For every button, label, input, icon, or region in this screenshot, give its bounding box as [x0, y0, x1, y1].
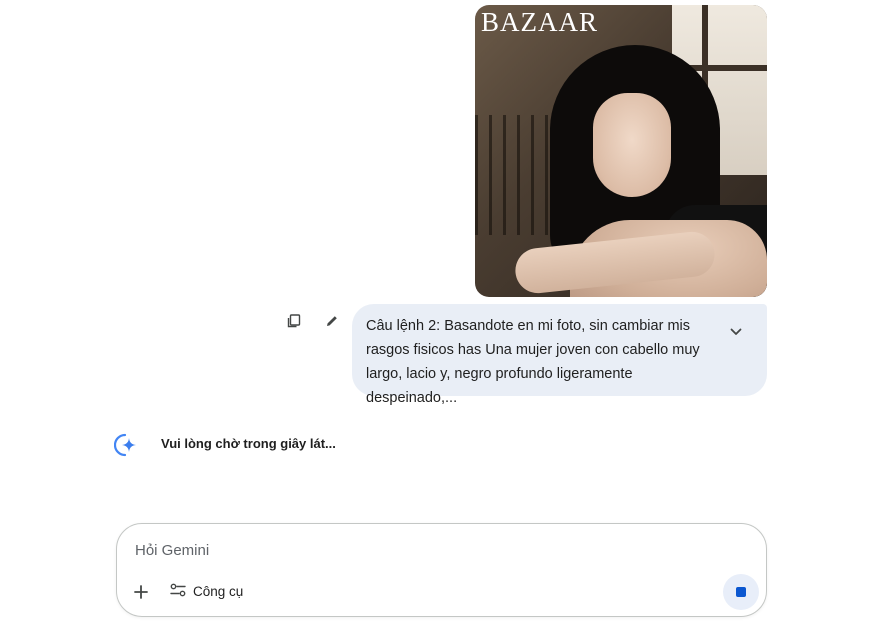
tools-sliders-icon [170, 583, 186, 600]
gemini-sparkle-icon [113, 432, 140, 458]
prompt-input[interactable] [133, 538, 697, 562]
tools-label: Công cụ [193, 583, 244, 599]
photo-face [593, 93, 671, 197]
copy-icon[interactable] [284, 311, 304, 331]
uploaded-photo[interactable]: BAZAAR [475, 5, 767, 297]
tools-button[interactable]: Công cụ [170, 579, 243, 603]
user-message-bubble: Câu lệnh 2: Basandote en mi foto, sin ca… [352, 304, 767, 406]
plus-icon[interactable] [130, 581, 152, 603]
user-message-text: Câu lệnh 2: Basandote en mi foto, sin ca… [366, 318, 700, 406]
pencil-icon[interactable] [322, 311, 342, 331]
stop-icon [736, 587, 746, 597]
chevron-down-icon[interactable] [726, 322, 746, 342]
stop-button[interactable] [723, 574, 759, 610]
response-status-text: Vui lòng chờ trong giây lát... [161, 436, 336, 451]
magazine-logo: BAZAAR [481, 7, 599, 37]
